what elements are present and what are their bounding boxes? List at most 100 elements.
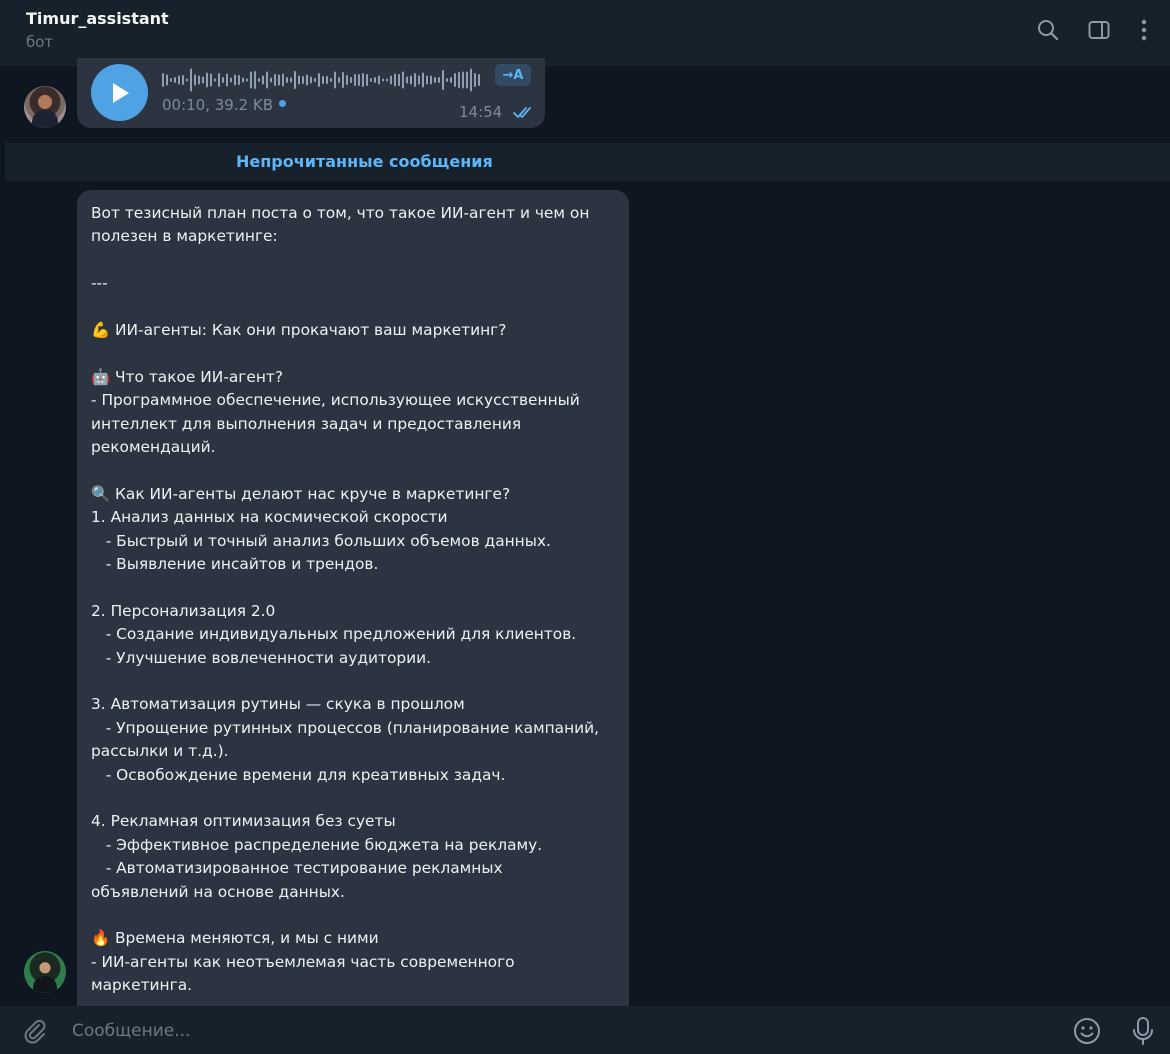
message-line-text: - Программное обеспечение, использующее …: [91, 391, 580, 410]
message-line-text: Вот тезисный план поста о том, что такое…: [91, 204, 590, 222]
waveform-bar: [426, 75, 428, 85]
message-line-text: Что такое ИИ-агент?: [115, 367, 284, 386]
search-icon[interactable]: [1035, 17, 1061, 43]
message-time: 14:54: [459, 103, 503, 121]
waveform-bar: [386, 78, 388, 82]
message-line-text: ИИ-агенты: Как они прокачают ваш маркети…: [115, 321, 507, 339]
sender-avatar[interactable]: [24, 86, 66, 128]
waveform-bar: [318, 73, 320, 87]
message-line: - Создание индивидуальных предложений дл…: [91, 623, 621, 646]
message-line-text: - Выявление инсайтов и трендов.: [91, 555, 379, 574]
waveform-bar: [398, 74, 400, 86]
waveform-bar: [454, 73, 456, 87]
message-line-text: - Улучшение вовлеченности аудитории.: [91, 648, 432, 667]
emoji-icon: 🤖: [91, 367, 111, 386]
waveform-bar: [298, 75, 300, 85]
transcribe-button[interactable]: →A: [495, 64, 531, 86]
message-line: [91, 342, 621, 365]
message-line-text: - Упрощение рутинных процессов (планиров…: [91, 718, 600, 737]
waveform-bar: [194, 74, 196, 86]
waveform-bar: [238, 75, 240, 85]
waveform-bar: [162, 73, 164, 87]
chat-title[interactable]: Timur_assistant: [26, 9, 169, 28]
waveform-bar: [326, 76, 328, 84]
waveform-bar: [350, 77, 352, 83]
waveform-bar: [242, 77, 244, 83]
chat-header: Timur_assistant бот: [0, 0, 1170, 66]
emoji-icon[interactable]: [1072, 1016, 1102, 1046]
message-line-text: - Создание индивидуальных предложений дл…: [91, 625, 577, 644]
waveform-bar: [282, 73, 284, 87]
waveform-bar: [414, 73, 416, 87]
message-line: 3. Автоматизация рутины — скука в прошло…: [91, 693, 621, 716]
message-line: рекомендаций.: [91, 436, 621, 459]
message-line: [91, 459, 621, 482]
emoji-icon: 💪: [91, 321, 111, 339]
waveform-bar: [278, 74, 280, 86]
waveform-bar: [474, 73, 476, 87]
message-input[interactable]: [70, 1014, 1054, 1048]
waveform-bar: [450, 77, 452, 83]
message-line-text: полезен в маркетинге:: [91, 227, 278, 246]
waveform-bar: [222, 77, 224, 83]
waveform-bar: [230, 77, 232, 83]
play-icon: [112, 82, 129, 103]
message-line-text: - ИИ-агенты как неотъемлемая часть совре…: [91, 952, 515, 971]
waveform-bar: [402, 71, 404, 89]
play-button[interactable]: [91, 64, 148, 121]
waveform-bar: [182, 75, 184, 85]
message-line: рассылки и т.д.).: [91, 740, 621, 763]
waveform-bar: [262, 75, 264, 85]
waveform-bar: [418, 75, 420, 85]
message-line: 2. Персонализация 2.0: [91, 600, 621, 623]
waveform-bar: [378, 75, 380, 85]
message-line: объявлений на основе данных.: [91, 881, 621, 904]
waveform-bar: [438, 77, 440, 83]
waveform-bar: [374, 77, 376, 83]
voice-waveform[interactable]: [162, 66, 484, 94]
waveform-bar: [270, 77, 272, 83]
message-line-text: Как ИИ-агенты делают нас круче в маркети…: [115, 484, 511, 503]
waveform-bar: [462, 71, 464, 89]
message-line: - Программное обеспечение, использующее …: [91, 389, 621, 412]
waveform-bar: [410, 75, 412, 85]
waveform-bar: [478, 74, 480, 86]
message-line: - Эффективное распределение бюджета на р…: [91, 834, 621, 857]
text-message: Вот тезисный план поста о том, что такое…: [77, 190, 629, 1020]
waveform-bar: [290, 77, 292, 83]
unplayed-dot: [279, 100, 287, 107]
message-line: - Быстрый и точный анализ больших объемо…: [91, 530, 621, 553]
waveform-bar: [314, 78, 316, 82]
voice-message: →A 00:10, 39.2 KB 14:54: [77, 58, 545, 128]
waveform-bar: [198, 75, 200, 85]
waveform-bar: [310, 76, 312, 84]
waveform-bar: [218, 73, 220, 87]
waveform-bar: [214, 78, 216, 82]
more-vertical-icon[interactable]: [1131, 17, 1157, 43]
message-line: [91, 904, 621, 927]
waveform-bar: [430, 75, 432, 85]
message-line: - Упрощение рутинных процессов (планиров…: [91, 717, 621, 740]
waveform-bar: [394, 73, 396, 87]
message-line: интеллект для выполнения задач и предост…: [91, 413, 621, 436]
waveform-bar: [234, 74, 236, 86]
waveform-bar: [210, 73, 212, 87]
message-line-text: ---: [91, 274, 108, 293]
microphone-icon[interactable]: [1128, 1016, 1158, 1046]
message-line-text: Времена меняются, и мы с ними: [115, 929, 379, 948]
waveform-bar: [246, 78, 248, 82]
waveform-bar: [346, 75, 348, 85]
sender-avatar[interactable]: [24, 951, 66, 993]
waveform-bar: [370, 78, 372, 82]
message-line: [91, 787, 621, 810]
sidebar-toggle-icon[interactable]: [1086, 17, 1112, 43]
unread-divider-label: Непрочитанные сообщения: [236, 152, 493, 171]
chat-window: Timur_assistant бот →A 00:10, 39.2 KB 14…: [0, 0, 1170, 1054]
message-composer: [0, 1006, 1170, 1054]
waveform-bar: [250, 71, 252, 89]
emoji-icon: 🔍: [91, 484, 111, 503]
message-line-text: маркетинга.: [91, 976, 193, 995]
message-line: 4. Рекламная оптимизация без суеты: [91, 810, 621, 833]
waveform-bar: [470, 68, 472, 92]
paperclip-icon[interactable]: [20, 1016, 50, 1046]
